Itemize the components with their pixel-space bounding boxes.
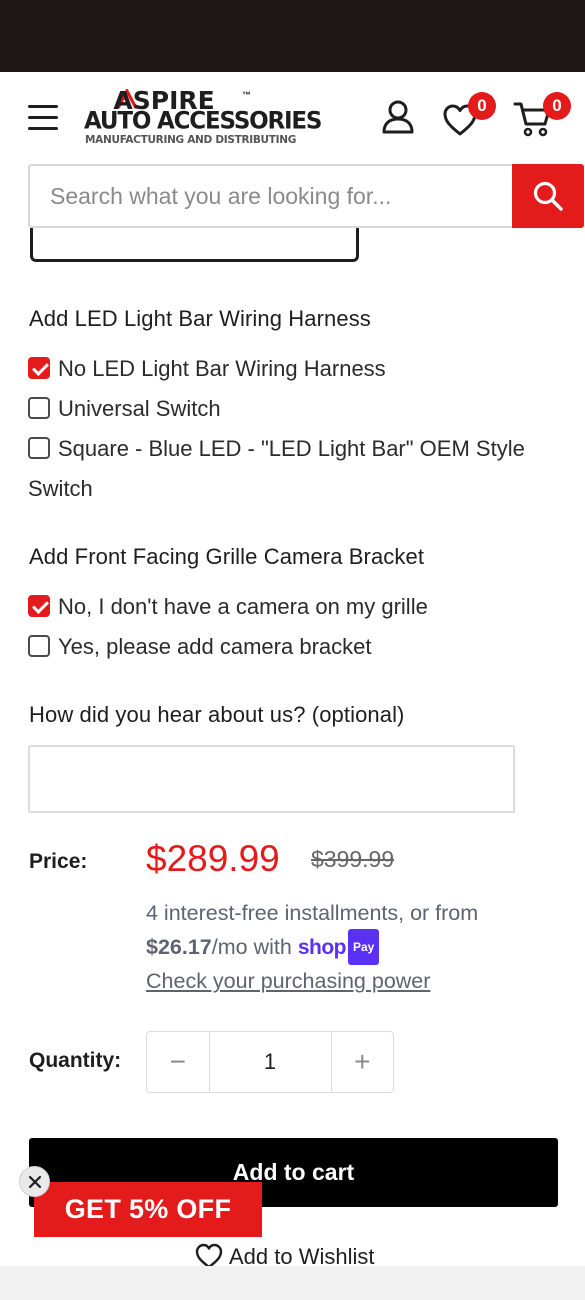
increase-quantity-button[interactable]: + <box>332 1032 394 1092</box>
harness-section-title: Add LED Light Bar Wiring Harness <box>29 306 371 331</box>
camera-option[interactable]: Yes, please add camera bracket <box>28 627 372 667</box>
quantity-input[interactable]: 1 <box>208 1032 332 1092</box>
current-price: $289.99 <box>146 838 280 879</box>
previous-option-box[interactable] <box>30 228 359 262</box>
quantity-label: Quantity: <box>29 1049 122 1072</box>
user-icon <box>382 100 414 134</box>
close-icon <box>28 1175 41 1188</box>
harness-option[interactable]: Universal Switch <box>28 389 221 429</box>
search-icon <box>533 181 563 211</box>
option-label: No LED Light Bar Wiring Harness <box>58 356 386 381</box>
checkbox-checked[interactable] <box>28 595 50 618</box>
installments-info: 4 interest-free installments, or from $2… <box>146 897 566 997</box>
search-input[interactable] <box>28 164 513 228</box>
logo-trademark: ™ <box>242 90 251 100</box>
site-header: ASPIRE ™ AUTO ACCESSORIES MANUFACTURING … <box>0 72 585 164</box>
quantity-stepper: − 1 + <box>146 1031 394 1093</box>
installments-text: 4 interest-free installments, or from <box>146 901 479 925</box>
cart-button[interactable]: 0 <box>513 92 573 140</box>
purchasing-power-link[interactable]: Check your purchasing power <box>146 969 430 993</box>
monthly-amount: $26.17 <box>146 935 212 959</box>
camera-section-title: Add Front Facing Grille Camera Bracket <box>29 544 425 569</box>
decrease-quantity-button[interactable]: − <box>147 1032 209 1092</box>
menu-button[interactable] <box>28 105 58 131</box>
menu-icon-line <box>28 105 58 108</box>
original-price: $399.99 <box>311 846 395 872</box>
per-month-text: /mo with <box>211 935 292 959</box>
browser-bottom-bar <box>0 1266 585 1300</box>
checkbox[interactable] <box>28 437 50 460</box>
hear-about-us-title: How did you hear about us? (optional) <box>29 702 405 727</box>
account-button[interactable] <box>381 100 417 136</box>
checkbox[interactable] <box>28 635 50 658</box>
option-label: No, I don't have a camera on my grille <box>58 594 428 619</box>
camera-option[interactable]: No, I don't have a camera on my grille <box>28 587 428 627</box>
search-button[interactable] <box>512 164 584 228</box>
status-bar <box>0 0 585 72</box>
shop-pay-logo: shop <box>297 936 347 959</box>
search-bar <box>28 164 584 228</box>
harness-option[interactable]: No LED Light Bar Wiring Harness <box>28 349 386 389</box>
menu-icon-line <box>28 127 58 130</box>
option-label: Yes, please add camera bracket <box>58 634 372 659</box>
site-logo[interactable]: ASPIRE ™ AUTO ACCESSORIES MANUFACTURING … <box>84 88 322 148</box>
wishlist-button[interactable]: 0 <box>442 92 502 140</box>
promo-close-button[interactable] <box>19 1166 50 1197</box>
checkbox-checked[interactable] <box>28 357 50 380</box>
shop-pay-badge: Pay <box>347 929 380 965</box>
wishlist-count-badge: 0 <box>468 92 496 120</box>
logo-auto-accessories-text: AUTO ACCESSORIES <box>84 107 322 135</box>
discount-promo-button[interactable]: GET 5% OFF <box>34 1182 262 1237</box>
menu-icon-line <box>28 116 58 119</box>
logo-tagline: MANUFACTURING AND DISTRIBUTING <box>85 134 297 146</box>
price-label: Price: <box>29 850 88 873</box>
hear-about-us-input[interactable] <box>28 745 515 813</box>
option-label: Universal Switch <box>58 396 221 421</box>
checkbox[interactable] <box>28 397 50 420</box>
cart-count-badge: 0 <box>543 92 571 120</box>
harness-option[interactable]: Square - Blue LED - "LED Light Bar" OEM … <box>28 429 548 509</box>
option-label: Square - Blue LED - "LED Light Bar" OEM … <box>28 436 525 501</box>
